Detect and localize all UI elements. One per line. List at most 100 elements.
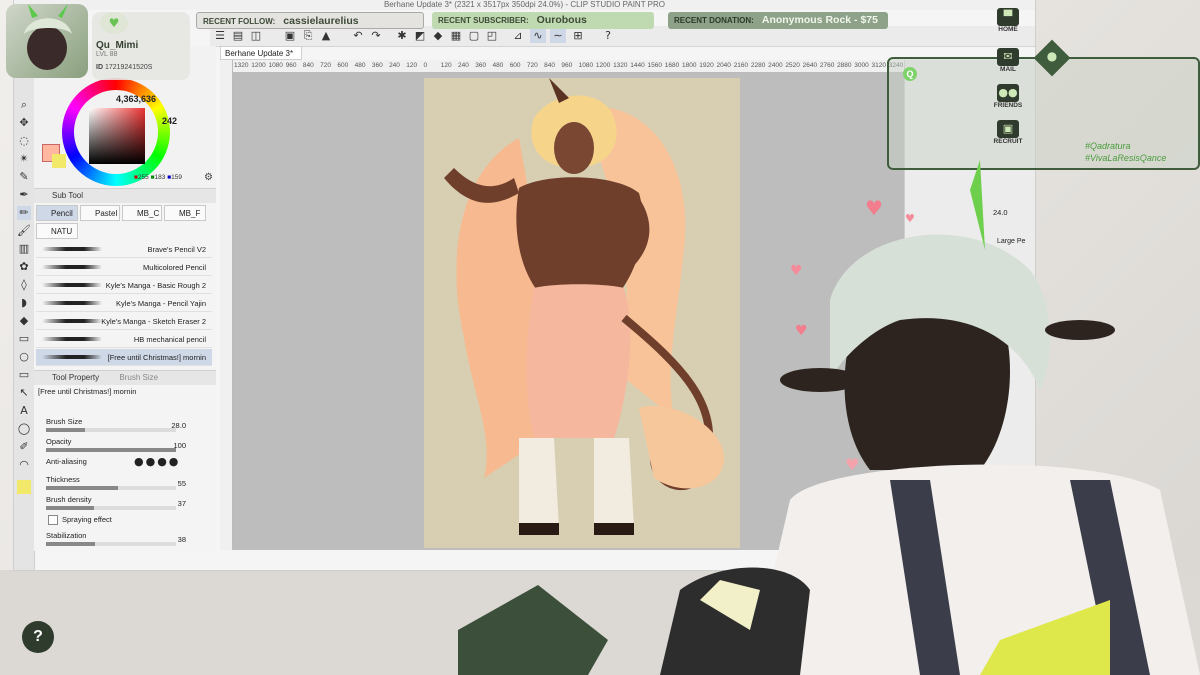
ruler-tick: 840 [544, 62, 555, 69]
saturation-value-square[interactable] [89, 108, 145, 164]
tab-pencil[interactable]: Pencil [36, 205, 78, 221]
prop-anti-aliasing[interactable]: Anti-aliasing ●●●● [44, 455, 204, 477]
brush-item[interactable]: Multicolored Pencil [36, 259, 212, 276]
prop-brush-density[interactable]: Brush density 37 [44, 495, 204, 515]
nav-friends[interactable]: ●● FRIENDS [980, 84, 1036, 118]
crop-icon[interactable]: ◰ [484, 29, 500, 43]
ruler-tick: 360 [475, 62, 487, 69]
ruler-tick: 3000 [854, 62, 869, 69]
ruler-tick: 1320 [234, 62, 249, 69]
brush-item[interactable]: Kyle's Manga - Sketch Eraser 2 [36, 313, 212, 330]
ruler-tick: 120 [406, 62, 418, 69]
fill-icon[interactable]: ◆ [430, 29, 446, 43]
tab-mb-c[interactable]: MB_C [122, 205, 162, 221]
menu-icon[interactable]: ☰ [212, 29, 228, 43]
deselect-icon[interactable]: ▢ [466, 29, 482, 43]
ruler-top: 1320 1200 1080 960 840 720 600 480 360 240 120 0 120… [232, 60, 904, 73]
prop-opacity[interactable]: Opacity 100 [44, 437, 204, 457]
prop-fill [46, 428, 85, 432]
airbrush-tool-icon[interactable]: ▥ [17, 242, 31, 256]
brush-tool-icon[interactable]: 🖌 [17, 224, 31, 238]
text-tool-icon[interactable]: A [17, 404, 31, 418]
zoom-tool-icon[interactable]: ⌕ [17, 98, 31, 112]
snap-ruler-icon[interactable]: ⊿ [510, 29, 526, 43]
ruler-tick: 2520 [785, 62, 800, 69]
ruler-tick: 1080 [578, 62, 594, 69]
frame-tool-icon[interactable]: ▭ [17, 368, 31, 382]
transform-icon[interactable]: ▦ [448, 29, 464, 43]
magic-wand-tool-icon[interactable]: ✴ [17, 152, 31, 166]
main-color-swatch[interactable] [17, 480, 31, 494]
prop-stabilization[interactable]: Stabilization 38 [44, 531, 204, 551]
ruler-tick: 2400 [768, 62, 783, 69]
share-icon[interactable]: ▲ [318, 29, 334, 43]
nav-home[interactable]: ▀ HOME [980, 8, 1036, 42]
move-tool-icon[interactable]: ✥ [17, 116, 31, 130]
undo-icon[interactable]: ↶ [350, 29, 366, 43]
help-button[interactable]: ? [22, 621, 54, 653]
anti-aliasing-options-icon[interactable]: ●●●● [134, 455, 180, 468]
color-settings-icon[interactable]: ⚙ [204, 172, 213, 183]
eraser-tool-icon[interactable]: ◊ [17, 278, 31, 292]
balloon-tool-icon[interactable]: ◯ [17, 422, 31, 436]
ruler-tick: 2760 [819, 62, 835, 69]
document-tab[interactable]: Berhane Update 3* [220, 46, 302, 60]
brush-size-tab[interactable]: Brush Size [119, 373, 158, 382]
eyedropper-tool-icon[interactable]: ✎ [17, 170, 31, 184]
tab-pastel[interactable]: Pastel [80, 205, 120, 221]
color-readout-a: 4,363,636 [116, 94, 157, 104]
tab-mb-f[interactable]: MB_F [164, 205, 206, 221]
recent-subscriber-value: Ourobous [536, 14, 587, 26]
prop-label: Brush density [46, 495, 92, 504]
tab-natu[interactable]: NATU [36, 223, 78, 239]
brush-item[interactable]: Kyle's Manga - Basic Rough 2 [36, 277, 212, 294]
grid-icon[interactable]: ⊞ [570, 29, 586, 43]
gradient-tool-icon[interactable]: ▭ [17, 332, 31, 346]
sub-color-chip[interactable] [52, 154, 66, 168]
recent-follow-value: cassielaurelius [283, 15, 359, 27]
prop-label: Brush Size [46, 417, 83, 426]
pencil-tool-icon[interactable]: ✏ [17, 206, 31, 220]
brush-item[interactable]: HB mechanical pencil [36, 331, 212, 348]
lasso-tool-icon[interactable]: ◌ [17, 134, 31, 148]
help-tool-icon[interactable]: ? [600, 29, 616, 43]
ruler-tick: 3120 [871, 62, 886, 69]
brush-item[interactable]: Brave's Pencil V2 [36, 241, 212, 258]
hat-icon: ▀ [997, 8, 1019, 26]
prop-brush-size[interactable]: Brush Size 28.0 [44, 417, 204, 437]
fill-tool-icon[interactable]: ◆ [17, 314, 31, 328]
nav-mail[interactable]: ✉ MAIL [980, 48, 1036, 82]
brush-item-selected[interactable]: [Free until Christmas!] mornin [36, 349, 212, 366]
ruler-tool-icon[interactable]: ◠ [17, 458, 31, 472]
open-icon[interactable]: ◫ [248, 29, 264, 43]
ruler-tick: 600 [337, 62, 349, 69]
profile-id: ID 17219241520S [96, 64, 152, 71]
clear-icon[interactable]: ✱ [394, 29, 410, 43]
redo-icon[interactable]: ↷ [368, 29, 384, 43]
rgb-b: 159 [171, 174, 183, 181]
rgb-g: 183 [154, 174, 166, 181]
save-icon[interactable]: ▣ [282, 29, 298, 43]
pen-tool-icon[interactable]: ✒ [17, 188, 31, 202]
decoration-tool-icon[interactable]: ✿ [17, 260, 31, 274]
blend-tool-icon[interactable]: ◗ [17, 296, 31, 310]
prop-label: Stabilization [46, 531, 87, 540]
friends-icon: ●● [997, 84, 1019, 102]
correct-line-tool-icon[interactable]: ✐ [17, 440, 31, 454]
snap-curve-icon[interactable]: ∼ [550, 29, 566, 43]
svg-text:♥: ♥ [865, 196, 883, 220]
ruler-tick: 600 [509, 62, 521, 69]
prop-thickness[interactable]: Thickness 55 [44, 475, 204, 495]
nav-recruit[interactable]: ▣ RECRUIT [980, 120, 1036, 154]
prop-fill [46, 542, 96, 546]
new-file-icon[interactable]: ▤ [230, 29, 246, 43]
figure-tool-icon[interactable]: ○ [17, 350, 31, 364]
clear-outside-icon[interactable]: ◩ [412, 29, 428, 43]
sub-tool-header: Sub Tool [34, 189, 216, 203]
ruler-tick: 1560 [647, 62, 662, 69]
snap-line-icon[interactable]: ∿ [530, 29, 546, 43]
export-icon[interactable]: ⎘ [300, 29, 316, 43]
spraying-checkbox[interactable] [48, 515, 58, 525]
brush-item[interactable]: Kyle's Manga - Pencil Yajin [36, 295, 212, 312]
operation-tool-icon[interactable]: ↖ [17, 386, 31, 400]
